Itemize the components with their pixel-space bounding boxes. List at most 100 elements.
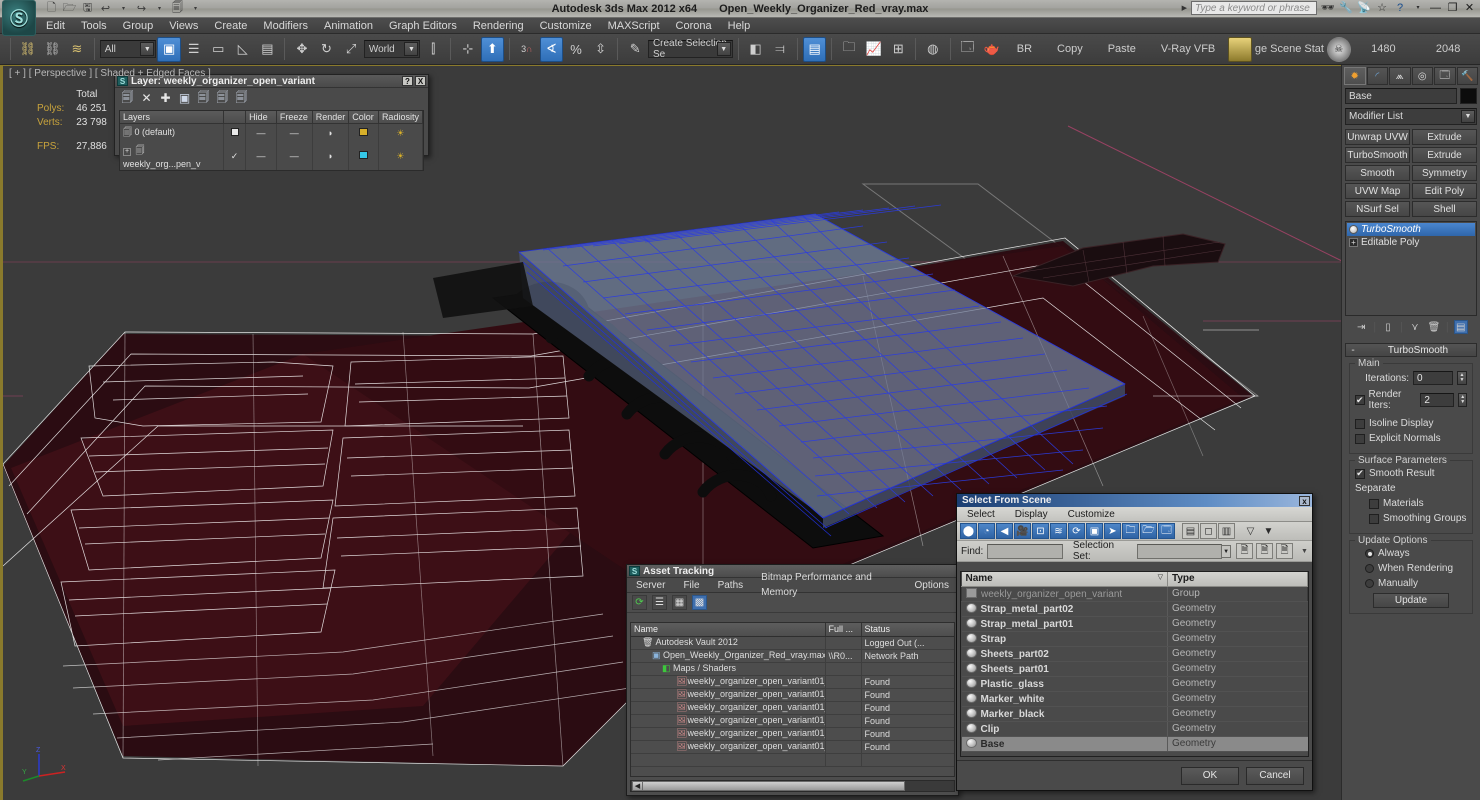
render-height-value[interactable]: 2048 [1416, 43, 1480, 55]
sfs-col-type[interactable]: Type [1167, 572, 1308, 587]
pin-stack-icon[interactable]: ⇥ [1354, 320, 1368, 334]
display-groups-icon[interactable]: 🗀 [1122, 523, 1139, 539]
collapse-icon[interactable]: - [1346, 345, 1360, 356]
at-row-name[interactable]: 🖼weekly_organizer_open_variant01_re... [631, 701, 826, 715]
snaps-toggle-icon[interactable]: 3 ∩ [515, 37, 539, 62]
sfs-col-name[interactable]: Name ▽ [961, 572, 1168, 587]
corona-renderer-icon[interactable]: ☠ [1326, 36, 1351, 62]
chevron-down-icon[interactable]: ▼ [1461, 110, 1475, 123]
window-crossing-icon[interactable]: ◺ [231, 37, 255, 62]
reference-coordinate-combo[interactable]: World ▼ [363, 40, 421, 58]
manually-radio[interactable] [1365, 579, 1374, 588]
render-icon[interactable]: ◗ [312, 123, 350, 142]
spinner-snap-icon[interactable]: ⇳ [589, 37, 613, 62]
sfs-row-name[interactable]: Plastic_glass [961, 676, 1168, 692]
sfs-row-name[interactable]: Marker_white [961, 691, 1168, 707]
list-item[interactable]: Marker_black Geometry [961, 706, 1308, 722]
asset-tracking-hscrollbar[interactable]: ◀ [630, 780, 955, 792]
unlink-icon[interactable]: ⛓ [41, 37, 65, 62]
sfs-find-input[interactable] [987, 543, 1063, 559]
display-helpers-icon[interactable]: ⊡ [1032, 523, 1049, 539]
vray-vfb-button[interactable]: V-Ray VFB [1149, 43, 1227, 55]
layer-col-layers[interactable]: Layers [120, 111, 224, 124]
at-row-name[interactable]: 🖼weekly_organizer_open_variant01_w... [631, 740, 826, 754]
refresh-icon[interactable]: ⟳ [632, 595, 647, 610]
modifier-stack-item-editable-poly[interactable]: + Editable Poly [1347, 236, 1475, 249]
table-row[interactable]: 🖼weekly_organizer_open_variant01_w... Fo… [631, 740, 954, 754]
modifier-stack[interactable]: TurboSmooth + Editable Poly [1345, 221, 1477, 316]
iterations-spinner[interactable]: ▲ ▼ [1457, 371, 1467, 385]
sfs-titlebar[interactable]: Select From Scene x [957, 494, 1312, 507]
radiosity-icon[interactable]: ☀ [378, 123, 424, 142]
layer-col-hide[interactable]: Hide [245, 111, 277, 124]
layer-dialog-close-button[interactable]: X [415, 76, 426, 86]
sfs-expand-icon[interactable]: ▼ [1301, 548, 1308, 555]
table-row[interactable]: 🖼weekly_organizer_open_variant01_re... F… [631, 714, 954, 728]
asset-tracking-dialog[interactable]: S Asset Tracking Server File Paths Bitma… [626, 564, 959, 796]
chevron-down-icon[interactable]: ▼ [1221, 544, 1232, 558]
materials-checkbox[interactable] [1369, 498, 1379, 509]
ok-button[interactable]: OK [1181, 766, 1239, 785]
keyboard-shortcut-override-icon[interactable]: ⬆ [480, 36, 505, 62]
select-object-icon[interactable]: ▣ [157, 36, 181, 62]
menu-item-group[interactable]: Group [115, 18, 162, 34]
new-file-icon[interactable]: 🗋 [44, 1, 59, 16]
at-menu-options[interactable]: Options [906, 578, 958, 593]
add-to-selection-set-icon[interactable]: 🗎 [1256, 543, 1274, 559]
search-input[interactable]: Type a keyword or phrase [1191, 1, 1317, 15]
render-iters-input[interactable]: 2 [1420, 393, 1455, 407]
render-width-value[interactable]: 1480 [1352, 43, 1416, 55]
remove-from-selection-set-icon[interactable]: 🗎 [1276, 543, 1294, 559]
list-item[interactable]: Strap Geometry [961, 631, 1308, 647]
menu-item-graph-editors[interactable]: Graph Editors [381, 18, 465, 34]
menu-item-maxscript[interactable]: MAXScript [600, 18, 668, 34]
select-objects-in-layer-icon[interactable]: 🗐 [197, 90, 210, 105]
undo-dropdown-icon[interactable]: ▾ [116, 1, 131, 16]
layer-row-name[interactable]: + 🗐 weekly_org...pen_v [120, 142, 224, 170]
filter-settings-icon[interactable]: ▼ [1260, 523, 1277, 539]
radiosity-icon[interactable]: ☀ [378, 142, 424, 170]
expand-icon[interactable]: + [123, 148, 131, 156]
display-containers-icon[interactable]: ▣ [1086, 523, 1103, 539]
hide-layer-icon[interactable]: 🗐 [235, 90, 248, 105]
sfs-menu-customize[interactable]: Customize [1058, 507, 1125, 522]
list-item[interactable]: Sheets_part01 Geometry [961, 661, 1308, 677]
modifier-stack-item-turbosmooth[interactable]: TurboSmooth [1347, 223, 1475, 236]
utilities-tab-icon[interactable]: 🔨 [1456, 67, 1478, 85]
render-production-icon[interactable]: 🫖 [980, 37, 1004, 62]
collapse-all-icon[interactable]: ◻ [1200, 523, 1217, 539]
object-name-input[interactable]: Base [1345, 88, 1457, 104]
render-iters-spinner[interactable]: ▲ ▼ [1458, 393, 1467, 407]
at-menu-bitmap-performance[interactable]: Bitmap Performance and Memory [752, 570, 905, 600]
layer-col-render[interactable]: Render [312, 111, 350, 124]
subscription-icon[interactable]: 📡 [1357, 1, 1371, 15]
modify-tab-icon[interactable]: ◜ [1366, 67, 1388, 85]
select-by-name-icon[interactable]: ☰ [182, 37, 206, 62]
light-bulb-icon[interactable] [1349, 225, 1358, 234]
table-row[interactable]: 🖼weekly_organizer_open_variant01_re... F… [631, 701, 954, 715]
binoculars-icon[interactable]: 🕶 [1321, 1, 1335, 15]
schematic-view-icon[interactable]: ⊞ [887, 37, 911, 62]
modifier-button-uvw-map[interactable]: UVW Map [1345, 183, 1410, 199]
layer-list[interactable]: Layers Hide Freeze Render Color Radiosit… [119, 110, 424, 171]
select-and-manipulate-icon[interactable]: ⊹ [456, 37, 480, 62]
table-row[interactable]: 🖼weekly_organizer_open_variant01_bu... F… [631, 675, 954, 689]
at-row-name[interactable]: 🖼weekly_organizer_open_variant01_bu... [631, 675, 826, 689]
create-new-layer-icon[interactable]: 🗐 [121, 90, 134, 105]
cancel-button[interactable]: Cancel [1246, 766, 1304, 785]
smooth-result-checkbox[interactable]: ✔ [1355, 468, 1365, 479]
display-frozen-icon[interactable]: 🗔 [1158, 523, 1175, 539]
menu-item-help[interactable]: Help [720, 18, 759, 34]
redo-icon[interactable]: ↪ [134, 1, 149, 16]
display-tab-icon[interactable]: 🗔 [1434, 67, 1456, 85]
scroll-thumb[interactable] [642, 781, 905, 791]
render-icon[interactable]: ◗ [312, 142, 350, 170]
modifier-button-extrude-1[interactable]: Extrude [1412, 129, 1477, 145]
delete-layer-icon[interactable]: ✕ [140, 91, 153, 105]
object-color-swatch[interactable] [1460, 88, 1477, 104]
display-particles-icon[interactable]: ➤ [1104, 523, 1121, 539]
at-row-name[interactable]: ▣ Open_Weekly_Organizer_Red_vray.max [631, 649, 826, 663]
turbosmooth-rollout-header[interactable]: - TurboSmooth [1345, 343, 1477, 357]
layer-col-current[interactable] [223, 111, 247, 124]
layer-manager-dialog[interactable]: S Layer: weekly_organizer_open_variant ?… [114, 74, 429, 171]
